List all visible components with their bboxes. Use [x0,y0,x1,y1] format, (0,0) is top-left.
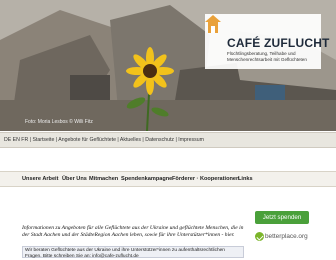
nav-item-mitmachen[interactable]: Mitmachen [89,172,118,186]
notice-box: Wir beraten Geflüchtete aus der Ukraine … [22,246,244,259]
main-nav: Unsere Arbeit Über Uns Mitmachen Spenden… [0,171,336,187]
logo[interactable]: CAFÉ ZUFLUCHT Flüchtlingsberatung, Teilh… [205,14,329,69]
photo-caption: Foto: Moria Lesbos © Willi Fitz [25,119,93,125]
logo-subtitle: Flüchtlingsberatung, Teilhabe und Mensch… [227,51,307,62]
top-links-text[interactable]: DE EN FR | Startseite | Angebote für Gef… [4,137,204,143]
betterplace-label: betterplace [265,233,297,240]
nav-item-links[interactable]: Links [238,172,253,186]
logo-title: CAFÉ ZUFLUCHT [227,36,330,50]
nav-item-foerderer[interactable]: Förderer · Kooperationen [172,172,239,186]
donate-button[interactable]: Jetzt spenden [255,211,309,224]
header-photo: CAFÉ ZUFLUCHT Flüchtlingsberatung, Teilh… [0,0,336,131]
betterplace-badge[interactable]: betterplace.org [255,231,308,243]
checkmark-icon [255,231,264,241]
nav-item-unsere-arbeit[interactable]: Unsere Arbeit [22,172,58,186]
nav-item-spendenkampagne[interactable]: Spendenkampagne [121,172,172,186]
betterplace-suffix: .org [296,233,308,240]
house-logo-icon [205,15,221,33]
intro-text: Informationen zu Angeboten für alle Gefl… [22,225,244,238]
nav-item-ueber-uns[interactable]: Über Uns [62,172,87,186]
top-links-bar[interactable]: DE EN FR | Startseite | Angebote für Gef… [0,132,336,148]
